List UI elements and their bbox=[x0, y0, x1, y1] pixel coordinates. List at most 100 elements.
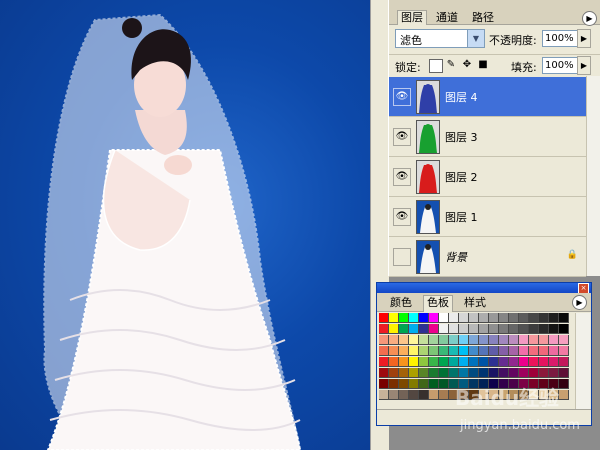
swatch[interactable] bbox=[469, 313, 479, 323]
layer-row-1[interactable]: 👁 图层 1 bbox=[389, 197, 586, 237]
eye-icon[interactable]: 👁 bbox=[393, 168, 411, 186]
swatch[interactable] bbox=[459, 368, 469, 378]
swatch[interactable] bbox=[559, 379, 569, 389]
swatch[interactable] bbox=[409, 335, 419, 345]
move-icon[interactable]: ✥ bbox=[461, 59, 473, 71]
swatch[interactable] bbox=[429, 313, 439, 323]
swatch[interactable] bbox=[519, 357, 529, 367]
swatch[interactable] bbox=[419, 379, 429, 389]
swatch[interactable] bbox=[519, 335, 529, 345]
swatch[interactable] bbox=[479, 335, 489, 345]
swatch[interactable] bbox=[399, 390, 409, 400]
swatch[interactable] bbox=[419, 390, 429, 400]
swatch[interactable] bbox=[399, 379, 409, 389]
opacity-input[interactable]: 100% bbox=[542, 30, 578, 47]
swatch[interactable] bbox=[559, 346, 569, 356]
swatch[interactable] bbox=[429, 368, 439, 378]
swatch[interactable] bbox=[559, 313, 569, 323]
tab-swatches[interactable]: 色板 bbox=[423, 295, 453, 312]
swatch[interactable] bbox=[539, 368, 549, 378]
swatch[interactable] bbox=[449, 346, 459, 356]
swatch[interactable] bbox=[459, 346, 469, 356]
swatch[interactable] bbox=[469, 324, 479, 334]
swatch[interactable] bbox=[469, 346, 479, 356]
swatch[interactable] bbox=[429, 379, 439, 389]
swatch[interactable] bbox=[559, 357, 569, 367]
swatch[interactable] bbox=[449, 313, 459, 323]
fill-input[interactable]: 100% bbox=[542, 57, 578, 74]
swatch[interactable] bbox=[389, 357, 399, 367]
swatch[interactable] bbox=[529, 335, 539, 345]
swatch[interactable] bbox=[399, 357, 409, 367]
swatch[interactable] bbox=[539, 346, 549, 356]
brush-icon[interactable]: ✎ bbox=[445, 59, 457, 71]
swatch[interactable] bbox=[389, 324, 399, 334]
swatch[interactable] bbox=[379, 324, 389, 334]
swatch[interactable] bbox=[389, 313, 399, 323]
swatch[interactable] bbox=[389, 379, 399, 389]
document-canvas[interactable] bbox=[0, 0, 370, 450]
swatch[interactable] bbox=[429, 324, 439, 334]
swatch[interactable] bbox=[539, 335, 549, 345]
swatch[interactable] bbox=[429, 390, 439, 400]
layer-row-2[interactable]: 👁 图层 2 bbox=[389, 157, 586, 197]
visibility-toggle-empty[interactable] bbox=[393, 248, 411, 266]
swatch[interactable] bbox=[389, 368, 399, 378]
swatch[interactable] bbox=[449, 357, 459, 367]
eye-icon[interactable]: 👁 bbox=[393, 88, 411, 106]
swatch[interactable] bbox=[529, 313, 539, 323]
swatch[interactable] bbox=[549, 335, 559, 345]
swatch[interactable] bbox=[439, 346, 449, 356]
swatch[interactable] bbox=[519, 313, 529, 323]
swatch[interactable] bbox=[519, 346, 529, 356]
swatch[interactable] bbox=[419, 368, 429, 378]
swatch[interactable] bbox=[409, 368, 419, 378]
swatch[interactable] bbox=[499, 368, 509, 378]
swatch[interactable] bbox=[439, 313, 449, 323]
swatch[interactable] bbox=[559, 335, 569, 345]
swatch[interactable] bbox=[419, 335, 429, 345]
swatch[interactable] bbox=[399, 324, 409, 334]
tab-paths[interactable]: 路径 bbox=[469, 11, 497, 24]
swatch[interactable] bbox=[439, 357, 449, 367]
swatch[interactable] bbox=[439, 368, 449, 378]
swatch[interactable] bbox=[559, 368, 569, 378]
swatch[interactable] bbox=[489, 346, 499, 356]
swatch[interactable] bbox=[529, 346, 539, 356]
swatch[interactable] bbox=[499, 357, 509, 367]
swatch[interactable] bbox=[429, 346, 439, 356]
swatch[interactable] bbox=[409, 324, 419, 334]
swatch[interactable] bbox=[439, 390, 449, 400]
swatch[interactable] bbox=[499, 313, 509, 323]
swatch[interactable] bbox=[489, 368, 499, 378]
swatch[interactable] bbox=[549, 324, 559, 334]
swatch[interactable] bbox=[409, 357, 419, 367]
layer-row-background[interactable]: 背景 🔒 bbox=[389, 237, 586, 277]
transparency-lock-icon[interactable] bbox=[429, 59, 443, 73]
opacity-slider-arrow-icon[interactable]: ▶ bbox=[577, 29, 591, 48]
swatch[interactable] bbox=[449, 368, 459, 378]
swatch[interactable] bbox=[479, 346, 489, 356]
swatch[interactable] bbox=[479, 313, 489, 323]
swatch[interactable] bbox=[479, 368, 489, 378]
swatch[interactable] bbox=[419, 357, 429, 367]
layer-row-3[interactable]: 👁 图层 3 bbox=[389, 117, 586, 157]
swatch[interactable] bbox=[459, 335, 469, 345]
swatch[interactable] bbox=[379, 313, 389, 323]
swatch[interactable] bbox=[499, 324, 509, 334]
swatch[interactable] bbox=[459, 324, 469, 334]
eye-icon[interactable]: 👁 bbox=[393, 208, 411, 226]
swatch[interactable] bbox=[409, 379, 419, 389]
swatch[interactable] bbox=[469, 368, 479, 378]
swatch[interactable] bbox=[529, 324, 539, 334]
layer-row-4[interactable]: 👁 图层 4 bbox=[389, 77, 586, 117]
swatch[interactable] bbox=[389, 346, 399, 356]
swatch[interactable] bbox=[559, 324, 569, 334]
swatch[interactable] bbox=[459, 313, 469, 323]
swatch[interactable] bbox=[509, 335, 519, 345]
swatch[interactable] bbox=[489, 335, 499, 345]
swatch[interactable] bbox=[389, 390, 399, 400]
swatch[interactable] bbox=[439, 324, 449, 334]
swatch[interactable] bbox=[519, 368, 529, 378]
swatch[interactable] bbox=[509, 368, 519, 378]
